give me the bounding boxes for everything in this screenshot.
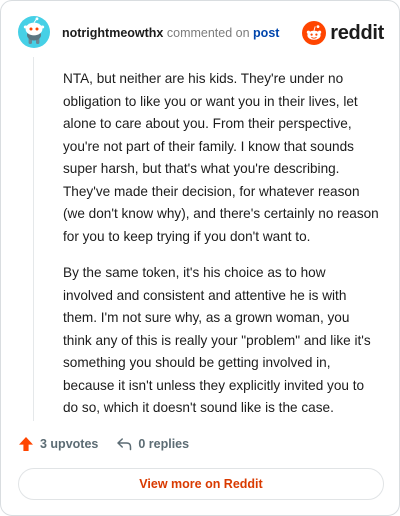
post-link[interactable]: post [253,26,279,40]
comment-meta: notrightmeowthx commented on post [62,26,279,40]
thread-line [33,57,34,421]
view-more-label: View more on Reddit [139,477,263,491]
avatar-icon[interactable] [18,16,50,48]
comment-body: NTA, but neither are his kids. They're u… [63,68,379,434]
comment-embed-card: notrightmeowthx commented on post reddit… [0,0,400,516]
reply-icon [117,438,132,451]
commented-on-text: commented on [166,26,250,40]
upvote-count: 3 upvotes [40,437,99,451]
upvote-button[interactable]: 3 upvotes [18,436,98,452]
reddit-wordmark: reddit [330,21,384,44]
comment-actions: 3 upvotes 0 replies [18,433,207,455]
comment-paragraph: By the same token, it's his choice as to… [63,265,371,415]
username-link[interactable]: notrightmeowthx [62,26,163,40]
view-more-button[interactable]: View more on Reddit [18,468,384,500]
comment-header: notrightmeowthx commented on post reddit [18,16,384,50]
comment-paragraph: NTA, but neither are his kids. They're u… [63,71,379,244]
reply-count: 0 replies [138,437,190,451]
reddit-logo-icon [302,21,327,45]
replies-button[interactable]: 0 replies [116,436,189,452]
upvote-arrow-icon [19,437,33,451]
reddit-brand-link[interactable]: reddit [302,20,384,46]
